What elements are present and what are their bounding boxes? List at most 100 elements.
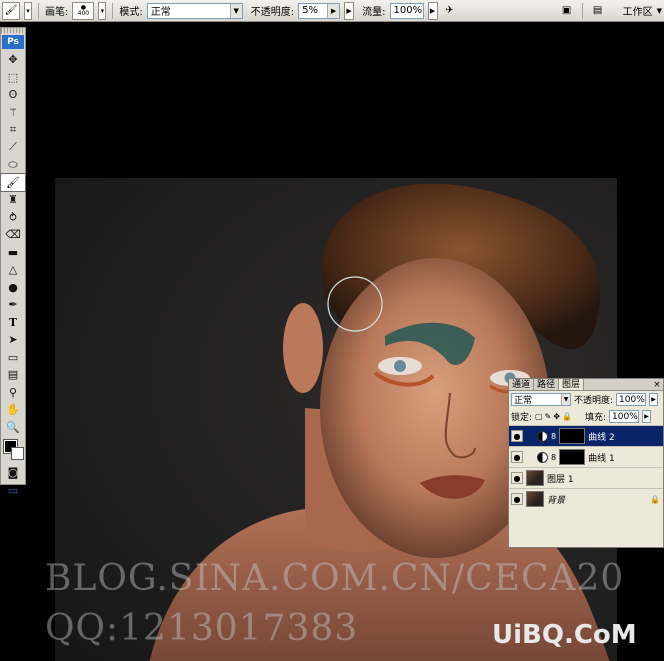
flow-input[interactable]: 100% <box>389 2 424 19</box>
history-brush-tool[interactable]: ⥁ <box>1 209 25 227</box>
layer-name: 背景 <box>547 495 566 506</box>
slice-tool[interactable]: ⟋ <box>1 139 25 157</box>
tab-layers[interactable]: 图层 <box>559 379 585 390</box>
divider <box>38 2 39 19</box>
blur-tool[interactable]: △ <box>1 261 25 279</box>
screen-mode-button[interactable]: ▭ <box>1 482 25 500</box>
note-icon: ▤ <box>7 368 19 382</box>
lock-image-icon[interactable]: ✎ <box>545 412 552 421</box>
eraser-tool[interactable]: ⌫ <box>1 226 25 244</box>
opacity-input[interactable]: 5% ▶ <box>298 2 341 19</box>
layer-opacity-input[interactable]: 100% <box>616 393 647 406</box>
layer-name: 曲线 2 <box>588 432 615 443</box>
pen-tool[interactable]: ✒ <box>1 296 25 314</box>
eye-icon[interactable]: ● <box>511 430 523 442</box>
watermark-qq: QQ:1213017383 <box>45 608 359 649</box>
chevron-down-icon: ▼ <box>229 3 242 18</box>
layer-row-curves-1[interactable]: ● 8 曲线 1 <box>509 446 663 467</box>
photoshop-logo[interactable]: Ps <box>2 35 24 49</box>
slice-icon: ⟋ <box>9 140 17 154</box>
layer-row-layer-1[interactable]: ● 图层 1 <box>509 467 663 488</box>
blur-icon: △ <box>8 263 18 277</box>
airbrush-button[interactable]: ✈ <box>442 2 458 20</box>
move-tool[interactable]: ✥ <box>1 51 25 69</box>
eye-icon[interactable]: ● <box>511 472 523 484</box>
hand-tool[interactable]: ✋ <box>1 401 25 419</box>
curves-adjustment-icon <box>537 451 548 463</box>
divider <box>112 2 114 19</box>
zoom-tool[interactable]: 🔍 <box>1 419 25 437</box>
brush-size-picker[interactable]: ● 400 <box>72 1 95 20</box>
marquee-tool[interactable]: ⬚ <box>1 69 25 87</box>
eraser-icon: ⌫ <box>5 228 21 242</box>
opacity-label: 不透明度: <box>250 7 295 18</box>
mode-value: 正常 <box>150 7 171 18</box>
clone-stamp-tool[interactable]: ♜ <box>1 191 25 209</box>
path-selection-tool[interactable]: ➤ <box>1 331 25 349</box>
brush-icon: 🖌 <box>6 175 20 189</box>
file-browser-icon: ▣ <box>561 5 572 16</box>
layer-row-curves-2[interactable]: ● 8 曲线 2 <box>509 425 663 446</box>
brush-size-dropdown[interactable]: ▾ <box>98 1 107 20</box>
mode-label: 模式: <box>119 7 143 18</box>
gradient-tool[interactable]: ▬ <box>1 244 25 262</box>
lasso-tool[interactable]: ʘ <box>1 86 25 104</box>
eye-icon[interactable]: ● <box>511 493 523 505</box>
magic-wand-tool[interactable]: ⚚ <box>1 104 25 122</box>
toolbox-grip[interactable] <box>1 28 25 33</box>
fill-input[interactable]: 100% <box>609 410 640 423</box>
brush-tool[interactable]: 🖌 <box>0 172 26 192</box>
background-color-swatch[interactable] <box>11 447 24 460</box>
close-icon[interactable]: × <box>651 379 663 390</box>
dodge-icon: ● <box>8 280 18 294</box>
shape-tool[interactable]: ▭ <box>1 349 25 367</box>
quick-mask-button[interactable]: ◙ <box>1 464 25 482</box>
opacity-value: 5% <box>302 5 318 16</box>
flow-slider-button[interactable]: ▶ <box>427 1 438 20</box>
document-canvas[interactable]: BLOG.SINA.COM.CN/CECA20 QQ:1213017383 <box>27 23 664 661</box>
palette-well-button[interactable]: ▤ <box>589 2 607 20</box>
eyedropper-tool[interactable]: ⚲ <box>1 384 25 402</box>
dodge-tool[interactable]: ● <box>1 279 25 297</box>
tool-preset-dropdown[interactable]: ▾ <box>24 1 32 20</box>
layer-name: 图层 1 <box>547 474 574 485</box>
chevron-down-icon: ▼ <box>656 6 662 15</box>
screen-mode-icon: ▭ <box>7 483 19 497</box>
workspace-menu[interactable]: 工作区 <box>623 3 653 18</box>
mode-select[interactable]: 正常 ▼ <box>146 2 243 19</box>
toolbox: Ps ✥ ⬚ ʘ ⚚ ⌗ ⟋ ⬭ 🖌 ♜ ⥁ ⌫ ▬ △ ● ✒ T ➤ ▭ ▤… <box>0 27 26 497</box>
layer-mask-thumbnail[interactable] <box>559 428 586 444</box>
rectangle-icon: ▭ <box>7 350 19 364</box>
airbrush-icon: ✈ <box>445 5 454 16</box>
arrow-icon: ➤ <box>8 333 18 347</box>
curves-adjustment-icon <box>537 430 548 442</box>
layer-mask-thumbnail[interactable] <box>559 449 586 465</box>
color-swatches <box>1 436 25 464</box>
file-browser-button[interactable]: ▣ <box>558 2 576 20</box>
blend-mode-select[interactable]: 正常 ▼ <box>511 393 571 406</box>
lock-transparency-icon[interactable]: ▢ <box>535 412 543 421</box>
opacity-slider-button[interactable]: ▶ <box>649 393 659 406</box>
layer-thumbnail <box>526 470 544 486</box>
type-tool[interactable]: T <box>1 314 25 332</box>
opacity-toggle[interactable]: ▶ <box>344 1 355 20</box>
crop-tool[interactable]: ⌗ <box>1 121 25 139</box>
healing-brush-tool[interactable]: ⬭ <box>1 156 25 174</box>
brush-tool-preset-button[interactable]: 🖌 <box>2 1 20 20</box>
fill-value: 100% <box>612 411 638 422</box>
lock-all-icon[interactable]: 🔒 <box>562 412 572 421</box>
eye-icon[interactable]: ● <box>511 451 523 463</box>
lock-icon: 🔒 <box>650 494 660 504</box>
notes-tool[interactable]: ▤ <box>1 366 25 384</box>
tab-channels[interactable]: 通道 <box>509 379 535 390</box>
brush-label: 画笔: <box>45 7 69 18</box>
lock-position-icon[interactable]: ✥ <box>553 412 560 421</box>
fill-slider-button[interactable]: ▶ <box>642 410 652 423</box>
layer-row-background[interactable]: ● 背景 🔒 <box>509 488 663 509</box>
gradient-icon: ▬ <box>7 245 19 259</box>
brush-icon: 🖌 <box>4 5 18 16</box>
flow-label: 流量: <box>362 7 386 18</box>
tab-paths[interactable]: 路径 <box>534 379 560 390</box>
watermark-blog-url: BLOG.SINA.COM.CN/CECA20 <box>45 558 625 599</box>
marquee-icon: ⬚ <box>7 70 19 84</box>
